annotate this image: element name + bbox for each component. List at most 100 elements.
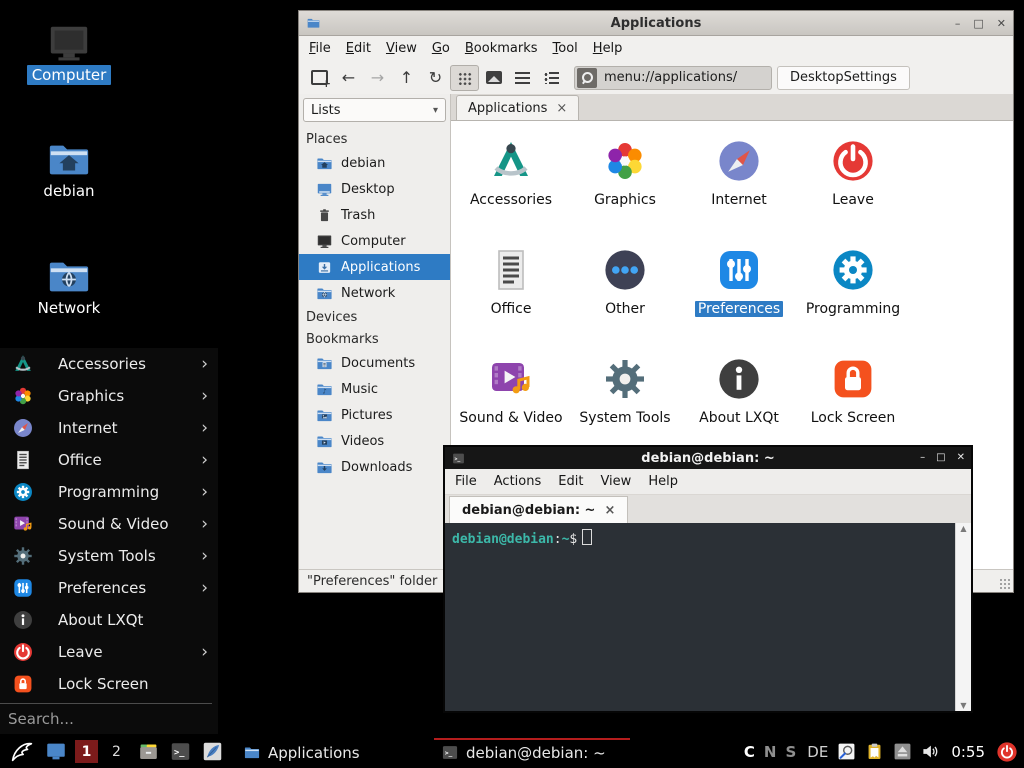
fm-menu-file[interactable]: File (309, 41, 331, 56)
fm-menu-view[interactable]: View (386, 41, 417, 56)
menu-item-lock-screen[interactable]: Lock Screen (0, 668, 218, 700)
fm-titlebar[interactable]: Applications – □ ✕ (299, 11, 1013, 36)
sidebar-item-network[interactable]: Network (299, 280, 450, 306)
grid-item-label: Internet (708, 192, 770, 208)
scroll-up-icon[interactable]: ▲ (960, 524, 966, 533)
grid-item-system-tools[interactable]: System Tools (568, 355, 682, 427)
pager-desktop-1[interactable]: 1 (75, 740, 98, 763)
scrolllock-indicator[interactable]: S (785, 743, 796, 761)
launcher-pcmanfm[interactable] (137, 741, 160, 762)
sidebar-item-desktop[interactable]: Desktop (299, 176, 450, 202)
forward-button[interactable]: → (363, 65, 392, 91)
reload-button[interactable]: ↻ (421, 65, 450, 91)
back-button[interactable]: ← (334, 65, 363, 91)
tab-close-icon[interactable]: × (556, 101, 567, 116)
terminal-menu-edit[interactable]: Edit (558, 474, 583, 489)
fm-menu-go[interactable]: Go (432, 41, 450, 56)
show-desktop-button[interactable] (44, 741, 68, 762)
grid-item-leave[interactable]: Leave (796, 137, 910, 209)
sidebar-item-documents[interactable]: Documents (299, 350, 450, 376)
terminal-menu-actions[interactable]: Actions (494, 474, 542, 489)
fm-menu-help[interactable]: Help (593, 41, 623, 56)
tab-applications[interactable]: Applications × (456, 95, 579, 120)
desktop-settings-button[interactable]: DesktopSettings (777, 66, 910, 90)
sidebar-item-trash[interactable]: Trash (299, 202, 450, 228)
launcher-qterminal[interactable]: >_ (169, 741, 192, 762)
volume-icon[interactable] (921, 742, 940, 761)
menu-item-programming[interactable]: Programming › (0, 476, 218, 508)
desktop-icon-computer[interactable]: Computer (14, 20, 124, 84)
new-tab-button[interactable] (305, 65, 334, 91)
terminal-menu-file[interactable]: File (455, 474, 477, 489)
grid-item-programming[interactable]: Programming (796, 246, 910, 318)
start-menu-button[interactable] (8, 739, 35, 764)
menu-item-preferences[interactable]: Preferences › (0, 572, 218, 604)
thumbnail-view-button[interactable] (479, 65, 508, 91)
grid-item-accessories[interactable]: Accessories (454, 137, 568, 209)
power-button[interactable] (996, 741, 1018, 763)
eject-icon[interactable] (893, 742, 912, 761)
menu-item-accessories[interactable]: Accessories › (0, 348, 218, 380)
terminal-tab[interactable]: debian@debian: ~ × (449, 496, 628, 524)
clock[interactable]: 0:55 (951, 743, 985, 761)
taskbar-task-debian-debian[interactable]: >_ debian@debian: ~ (434, 738, 630, 765)
sidebar-item-videos[interactable]: Videos (299, 428, 450, 454)
screenshot-tool-icon[interactable] (837, 742, 856, 761)
menu-item-graphics[interactable]: Graphics › (0, 380, 218, 412)
menu-item-system-tools[interactable]: System Tools › (0, 540, 218, 572)
desktop-icon-debian[interactable]: debian (14, 136, 124, 200)
sidebar-item-music[interactable]: ♪ Music (299, 376, 450, 402)
grid-item-sound-video[interactable]: Sound & Video (454, 355, 568, 427)
up-button[interactable]: ↑ (392, 65, 421, 91)
scroll-down-icon[interactable]: ▼ (960, 701, 966, 710)
taskbar-task-applications[interactable]: Applications (236, 738, 424, 765)
grid-item-office[interactable]: Office (454, 246, 568, 318)
fm-menu-edit[interactable]: Edit (346, 41, 371, 56)
fm-maximize-button[interactable]: □ (973, 18, 983, 29)
grid-item-lock-screen[interactable]: Lock Screen (796, 355, 910, 427)
menu-item-internet[interactable]: Internet › (0, 412, 218, 444)
capslock-indicator[interactable]: C (744, 743, 755, 761)
icon-view-button[interactable] (450, 65, 479, 91)
detailed-view-button[interactable] (537, 65, 566, 91)
sidebar-item-pictures[interactable]: Pictures (299, 402, 450, 428)
fm-menu-bookmarks[interactable]: Bookmarks (465, 41, 538, 56)
terminal-window: >_ debian@debian: ~ – □ ✕ File Actions Edi… (443, 445, 973, 713)
terminal-menu-help[interactable]: Help (648, 474, 678, 489)
numlock-indicator[interactable]: N (764, 743, 777, 761)
menu-item-about-lxqt[interactable]: About LXQt (0, 604, 218, 636)
compact-view-button[interactable] (508, 65, 537, 91)
menu-item-label: Accessories (58, 355, 146, 373)
sidebar-mode-select[interactable]: Lists ▾ (303, 98, 446, 122)
menu-item-leave[interactable]: Leave › (0, 636, 218, 668)
grid-item-about-lxqt[interactable]: About LXQt (682, 355, 796, 427)
fm-minimize-button[interactable]: – (955, 18, 961, 29)
menu-item-office[interactable]: Office › (0, 444, 218, 476)
grid-item-other[interactable]: Other (568, 246, 682, 318)
terminal-body[interactable]: debian@debian:~$ ▲ ▼ (445, 523, 971, 711)
sidebar-item-applications[interactable]: Applications (299, 254, 450, 280)
terminal-menu-view[interactable]: View (600, 474, 631, 489)
menu-item-sound-video[interactable]: Sound & Video › (0, 508, 218, 540)
path-bar[interactable]: menu://applications/ (574, 66, 772, 90)
terminal-scrollbar[interactable]: ▲ ▼ (955, 523, 971, 711)
terminal-minimize-button[interactable]: – (920, 453, 925, 463)
grid-item-internet[interactable]: Internet (682, 137, 796, 209)
clipboard-icon[interactable] (865, 742, 884, 761)
fm-close-button[interactable]: ✕ (997, 18, 1006, 29)
grid-item-graphics[interactable]: Graphics (568, 137, 682, 209)
sidebar-item-downloads[interactable]: Downloads (299, 454, 450, 480)
grid-item-preferences[interactable]: Preferences (682, 246, 796, 318)
launcher-featherpad[interactable] (201, 741, 224, 762)
pager-desktop-2[interactable]: 2 (105, 740, 128, 763)
keyboard-layout-indicator[interactable]: DE (807, 743, 828, 761)
terminal-close-button[interactable]: ✕ (957, 453, 965, 463)
menu-search-input[interactable]: Search... (0, 703, 212, 734)
desktop-icon-network[interactable]: Network (14, 253, 124, 317)
terminal-tab-close-icon[interactable]: × (604, 503, 615, 518)
terminal-titlebar[interactable]: >_ debian@debian: ~ – □ ✕ (445, 447, 971, 469)
fm-menu-tool[interactable]: Tool (553, 41, 578, 56)
sidebar-item-computer[interactable]: Computer (299, 228, 450, 254)
terminal-maximize-button[interactable]: □ (936, 453, 945, 463)
sidebar-item-debian[interactable]: debian (299, 150, 450, 176)
